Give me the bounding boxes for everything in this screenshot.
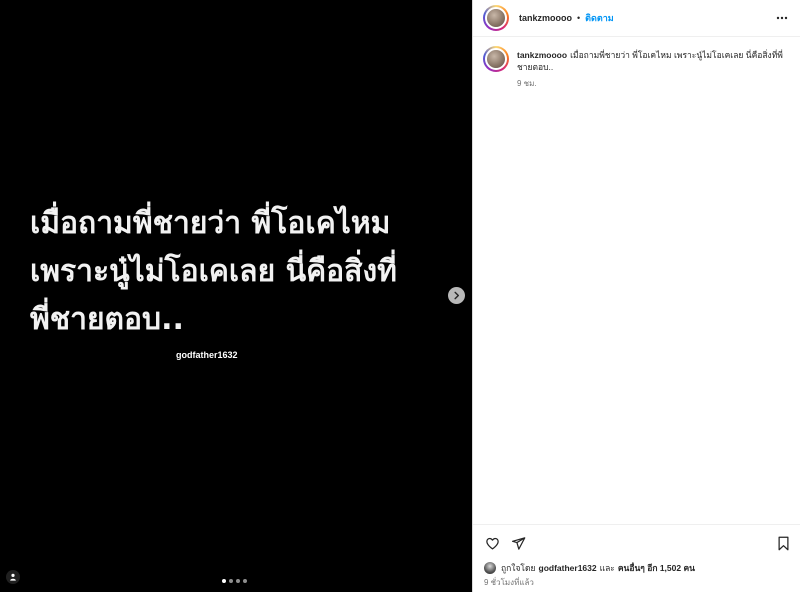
post-timestamp[interactable]: 9 ชั่วโมงที่แล้ว [484, 576, 534, 589]
bookmark-icon [778, 536, 788, 550]
likes-others-link[interactable]: คนอื่นๆ อีก 1,502 คน [618, 561, 695, 575]
carousel-dot-active [222, 579, 226, 583]
action-bar [484, 535, 526, 551]
post-header: tankzmoooo • ติดตาม [473, 0, 800, 37]
save-button[interactable] [775, 535, 791, 551]
carousel-indicator [222, 579, 247, 583]
post-footer: ถูกใจโดย godfather1632 และ คนอื่นๆ อีก 1… [473, 524, 800, 592]
caption-author-avatar[interactable] [483, 46, 509, 72]
liker-avatar[interactable] [484, 562, 496, 574]
person-tag-icon [10, 573, 16, 581]
post-media[interactable]: เมื่อถามพี่ชายว่า พี่โอเคไหม เพราะนู๋ไม่… [0, 0, 472, 592]
caption-timestamp[interactable]: 9 ชม. [517, 77, 787, 90]
caption-username[interactable]: tankzmoooo [517, 50, 567, 60]
post-dialog: เมื่อถามพี่ชายว่า พี่โอเคไหม เพราะนู๋ไม่… [0, 0, 800, 592]
more-options-button[interactable] [774, 10, 790, 26]
carousel-dot [236, 579, 240, 583]
share-button[interactable] [510, 535, 526, 551]
carousel-next-button[interactable] [448, 287, 465, 304]
likes-prefix: ถูกใจโดย [501, 563, 536, 573]
header-separator: • [577, 13, 581, 23]
carousel-dot [229, 579, 233, 583]
more-horizontal-icon [776, 16, 788, 20]
caption-body: tankzmoooo เมื่อถามพี่ชายว่า พี่โอเคไหม เ… [517, 46, 787, 90]
heart-icon [485, 537, 499, 549]
chevron-right-icon [454, 291, 460, 300]
post-side-panel: tankzmoooo • ติดตาม tankzmoooo เมื่อถามพี… [472, 0, 800, 592]
follow-button[interactable]: ติดตาม [585, 11, 614, 25]
carousel-dot [243, 579, 247, 583]
send-icon [511, 536, 525, 550]
like-button[interactable] [484, 535, 500, 551]
author-avatar-image [485, 7, 507, 29]
author-username[interactable]: tankzmoooo [519, 13, 572, 23]
caption-text-block: tankzmoooo เมื่อถามพี่ชายว่า พี่โอเคไหม เ… [517, 49, 787, 73]
caption-author-avatar-image [485, 48, 507, 70]
liker-username[interactable]: godfather1632 [539, 563, 597, 573]
likes-connector: และ [599, 563, 615, 573]
media-caption-image-text: เมื่อถามพี่ชายว่า พี่โอเคไหม เพราะนู๋ไม่… [30, 206, 397, 337]
caption-comment: tankzmoooo เมื่อถามพี่ชายว่า พี่โอเคไหม เ… [473, 37, 800, 90]
media-credit-watermark: godfather1632 [176, 350, 238, 360]
tagged-users-button[interactable] [6, 570, 20, 584]
likes-summary: ถูกใจโดย godfather1632 และ คนอื่นๆ อีก 1… [484, 561, 698, 575]
author-avatar[interactable] [483, 5, 509, 31]
